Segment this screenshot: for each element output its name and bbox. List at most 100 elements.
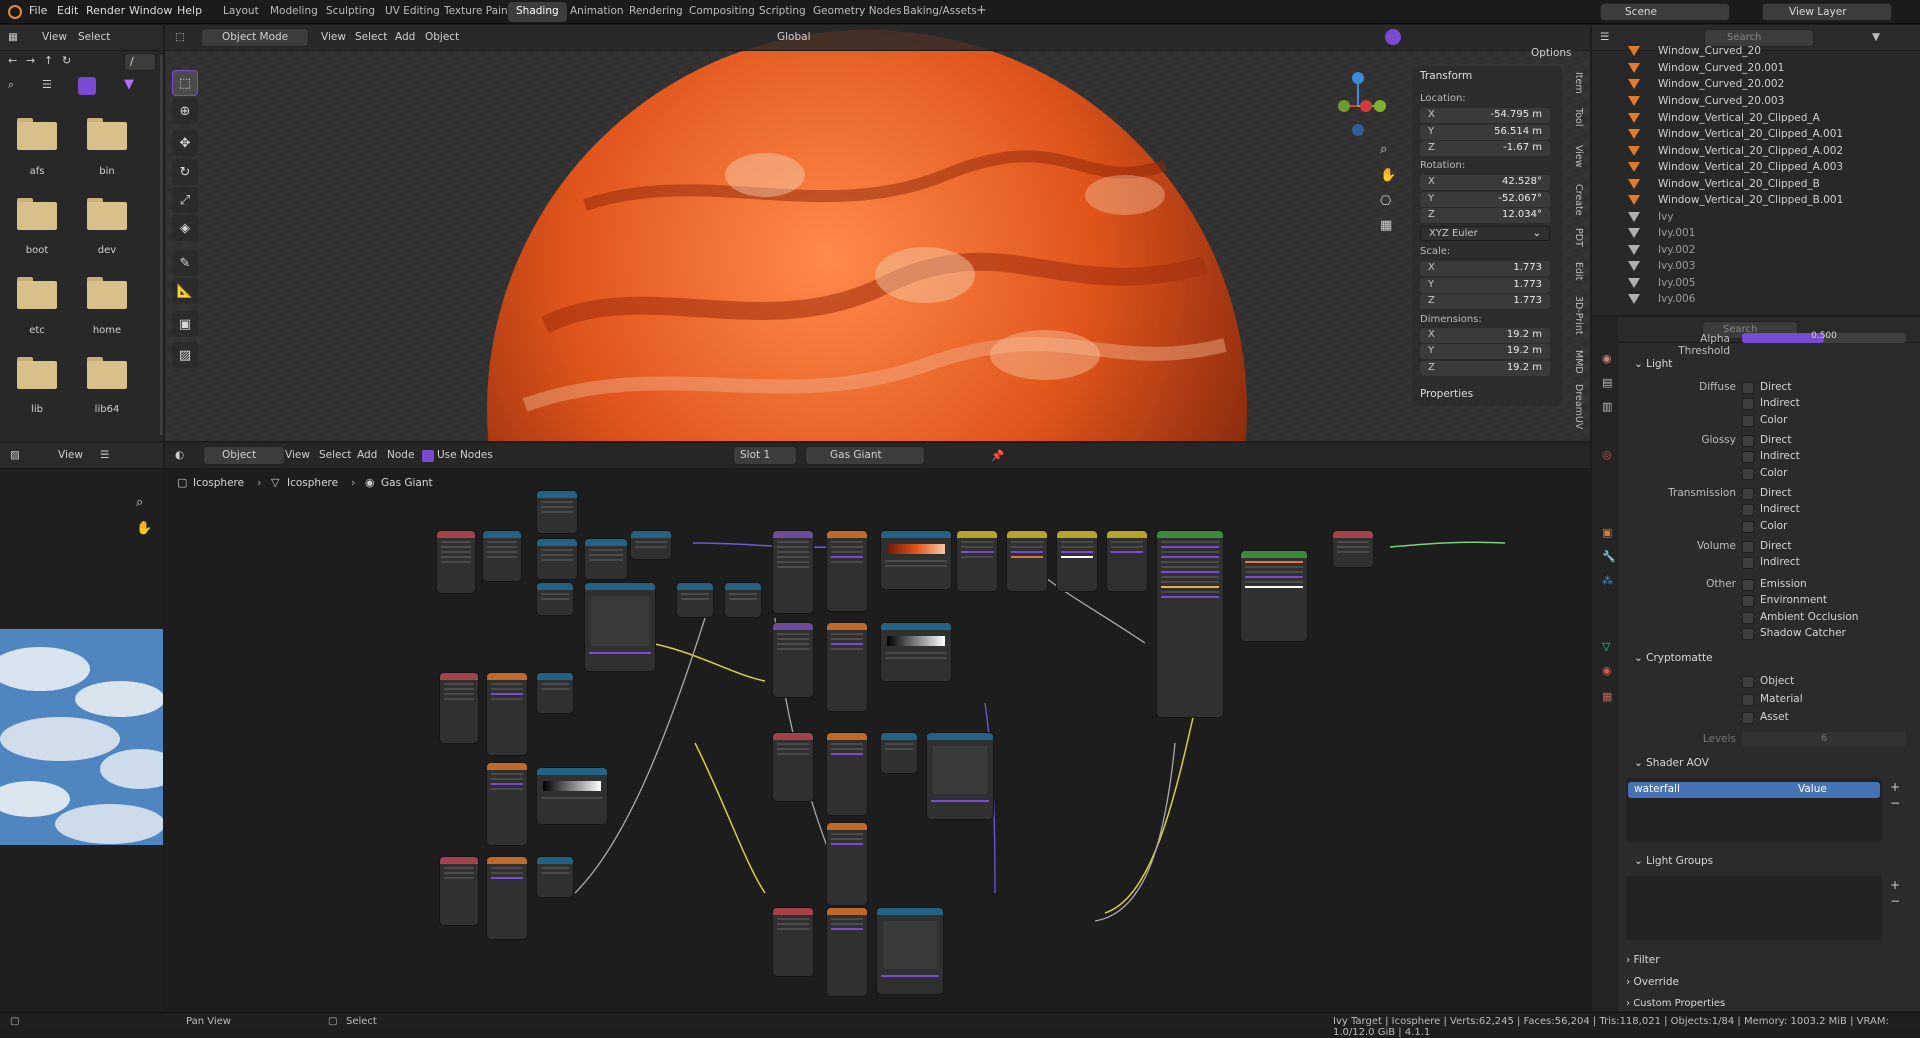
ambient-occlusion-checkbox[interactable] [1742,612,1754,624]
math-node[interactable] [585,539,627,579]
image-editor[interactable]: ▨ View ☰ ⌕ ✋ [0,443,163,1011]
texture-coordinate-node[interactable] [773,733,813,801]
add-light-group-icon[interactable]: + [1890,878,1900,892]
outliner-row[interactable]: Window_Curved_20.002 [1598,77,1920,93]
folder-icon[interactable] [87,198,127,230]
tab-dreamuv[interactable]: DreamUV [1566,384,1584,429]
override-section-header[interactable]: › Override [1626,976,1679,988]
diffuse-indirect-checkbox[interactable] [1742,398,1754,410]
diffuse-color-checkbox[interactable] [1742,415,1754,427]
forward-icon[interactable]: → [26,54,35,67]
light-groups-section-header[interactable]: ⌄ Light Groups [1634,855,1713,867]
rotation-z-field[interactable]: Z 12.034° [1420,208,1550,223]
outliner-row[interactable]: Window_Curved_20 [1598,44,1920,60]
shader-aov-section-header[interactable]: ⌄ Shader AOV [1634,757,1709,769]
noise-texture-node[interactable] [487,673,527,755]
image-tool-icon[interactable]: ▨ [172,342,198,368]
float-curve-node[interactable] [877,908,943,994]
back-icon[interactable]: ← [8,54,17,67]
filter-section-header[interactable]: › Filter [1626,954,1660,966]
orientation-dropdown[interactable]: Global [777,31,811,43]
move-tool-icon[interactable]: ✥ [172,130,198,156]
scale-y-field[interactable]: Y 1.773 [1420,278,1550,293]
mix-color-node[interactable] [1057,531,1097,591]
diffuse-direct-checkbox[interactable] [1742,382,1754,394]
rotate-tool-icon[interactable]: ↻ [172,159,198,185]
outliner-row[interactable]: Window_Vertical_20_Clipped_B.001 [1598,193,1920,209]
add-cube-tool-icon[interactable]: ▣ [172,311,198,337]
math-node[interactable] [725,583,761,617]
zoom-icon[interactable]: ⌕ [1380,142,1387,157]
tab-create[interactable]: Create [1566,184,1584,216]
texture-coordinate-node[interactable] [440,673,478,743]
aov-type[interactable]: Value [1798,783,1827,795]
image-zoom-icon[interactable]: ⌕ [136,495,143,510]
custom-properties-section-header[interactable]: › Custom Properties [1626,998,1725,1009]
viewport-select-menu[interactable]: Select [355,31,387,43]
mapping-node[interactable] [773,531,813,613]
principled-bsdf-node[interactable] [1157,531,1223,717]
float-curve-node[interactable] [585,583,655,671]
folder-icon[interactable] [87,357,127,389]
menu-render[interactable]: Render [86,4,125,17]
tab-sculpting[interactable]: Sculpting [318,2,383,22]
rotation-y-field[interactable]: Y -52.067° [1420,192,1550,207]
tab-pdt[interactable]: PDT [1566,228,1584,247]
texture-tab-icon[interactable]: ▦ [1602,690,1612,703]
blender-logo-icon[interactable] [8,5,22,19]
tab-shading[interactable]: Shading [508,2,567,22]
list-view-icon[interactable]: ☰ [42,78,52,91]
float-curve-node[interactable] [927,733,993,819]
tab-modeling[interactable]: Modeling [262,2,326,22]
image-view-menu[interactable]: View [58,449,83,461]
thumbnail-view-icon[interactable] [78,77,96,95]
shadow-catcher-checkbox[interactable] [1742,628,1754,640]
node-editor[interactable]: ◐ Object View Select Add Node Use Nodes … [165,443,1590,1011]
transmission-color-checkbox[interactable] [1742,521,1754,533]
select-box-tool-icon[interactable]: ⬚ [172,70,198,96]
outliner-row[interactable]: Ivy [1598,210,1920,226]
filter-icon[interactable]: ▼ [124,77,134,92]
menu-window[interactable]: Window [129,4,172,17]
color-ramp-node[interactable] [537,768,607,824]
outliner-row[interactable]: Window_Vertical_20_Clipped_B [1598,177,1920,193]
math-node[interactable] [537,539,577,579]
glossy-color-checkbox[interactable] [1742,468,1754,480]
location-z-field[interactable]: Z -1.67 m [1420,141,1550,156]
alpha-threshold-slider[interactable]: 0.500 [1742,331,1906,343]
mix-color-node[interactable] [1007,531,1047,591]
math-node[interactable] [537,673,573,713]
math-node[interactable] [881,733,917,773]
dimensions-x-field[interactable]: X 19.2 m [1420,328,1550,343]
folder-icon[interactable] [17,277,57,309]
dimensions-y-field[interactable]: Y 19.2 m [1420,344,1550,359]
refresh-icon[interactable]: ↻ [62,54,71,67]
noise-texture-node[interactable] [827,531,867,611]
tab-mmd[interactable]: MMD [1566,350,1584,374]
outliner-filter-icon[interactable]: ▼ [1872,31,1880,43]
outliner-row[interactable]: Window_Vertical_20_Clipped_A.003 [1598,160,1920,176]
search-icon[interactable]: ⌕ [8,78,14,92]
image-menu-icon[interactable]: ☰ [100,449,109,461]
tab-edit[interactable]: Edit [1566,262,1584,280]
viewport-view-menu[interactable]: View [321,31,346,43]
tab-item[interactable]: Item [1566,72,1584,94]
modifier-tab-icon[interactable]: 🔧 [1602,550,1616,563]
tab-view[interactable]: View [1566,145,1584,168]
add-aov-icon[interactable]: + [1890,780,1900,794]
outliner-row[interactable]: Window_Curved_20.001 [1598,61,1920,77]
rotation-mode-dropdown[interactable]: XYZ Euler ⌄ [1420,226,1550,241]
color-ramp-node[interactable] [881,623,951,681]
view-layer-selector[interactable]: View Layer [1762,3,1892,21]
file-select-menu[interactable]: Select [78,31,110,43]
camera-icon[interactable]: ⎔ [1380,194,1391,209]
outliner-editor-icon[interactable]: ☰ [1600,31,1609,43]
cursor-tool-icon[interactable]: ⊕ [172,98,198,124]
add-workspace-icon[interactable]: + [976,3,987,18]
remove-light-group-icon[interactable]: − [1890,894,1900,908]
viewport-object-menu[interactable]: Object [425,31,459,43]
parent-dir-icon[interactable]: ↑ [44,54,53,67]
texture-coordinate-node[interactable] [437,531,475,593]
glossy-indirect-checkbox[interactable] [1742,451,1754,463]
menu-file[interactable]: File [29,4,47,17]
